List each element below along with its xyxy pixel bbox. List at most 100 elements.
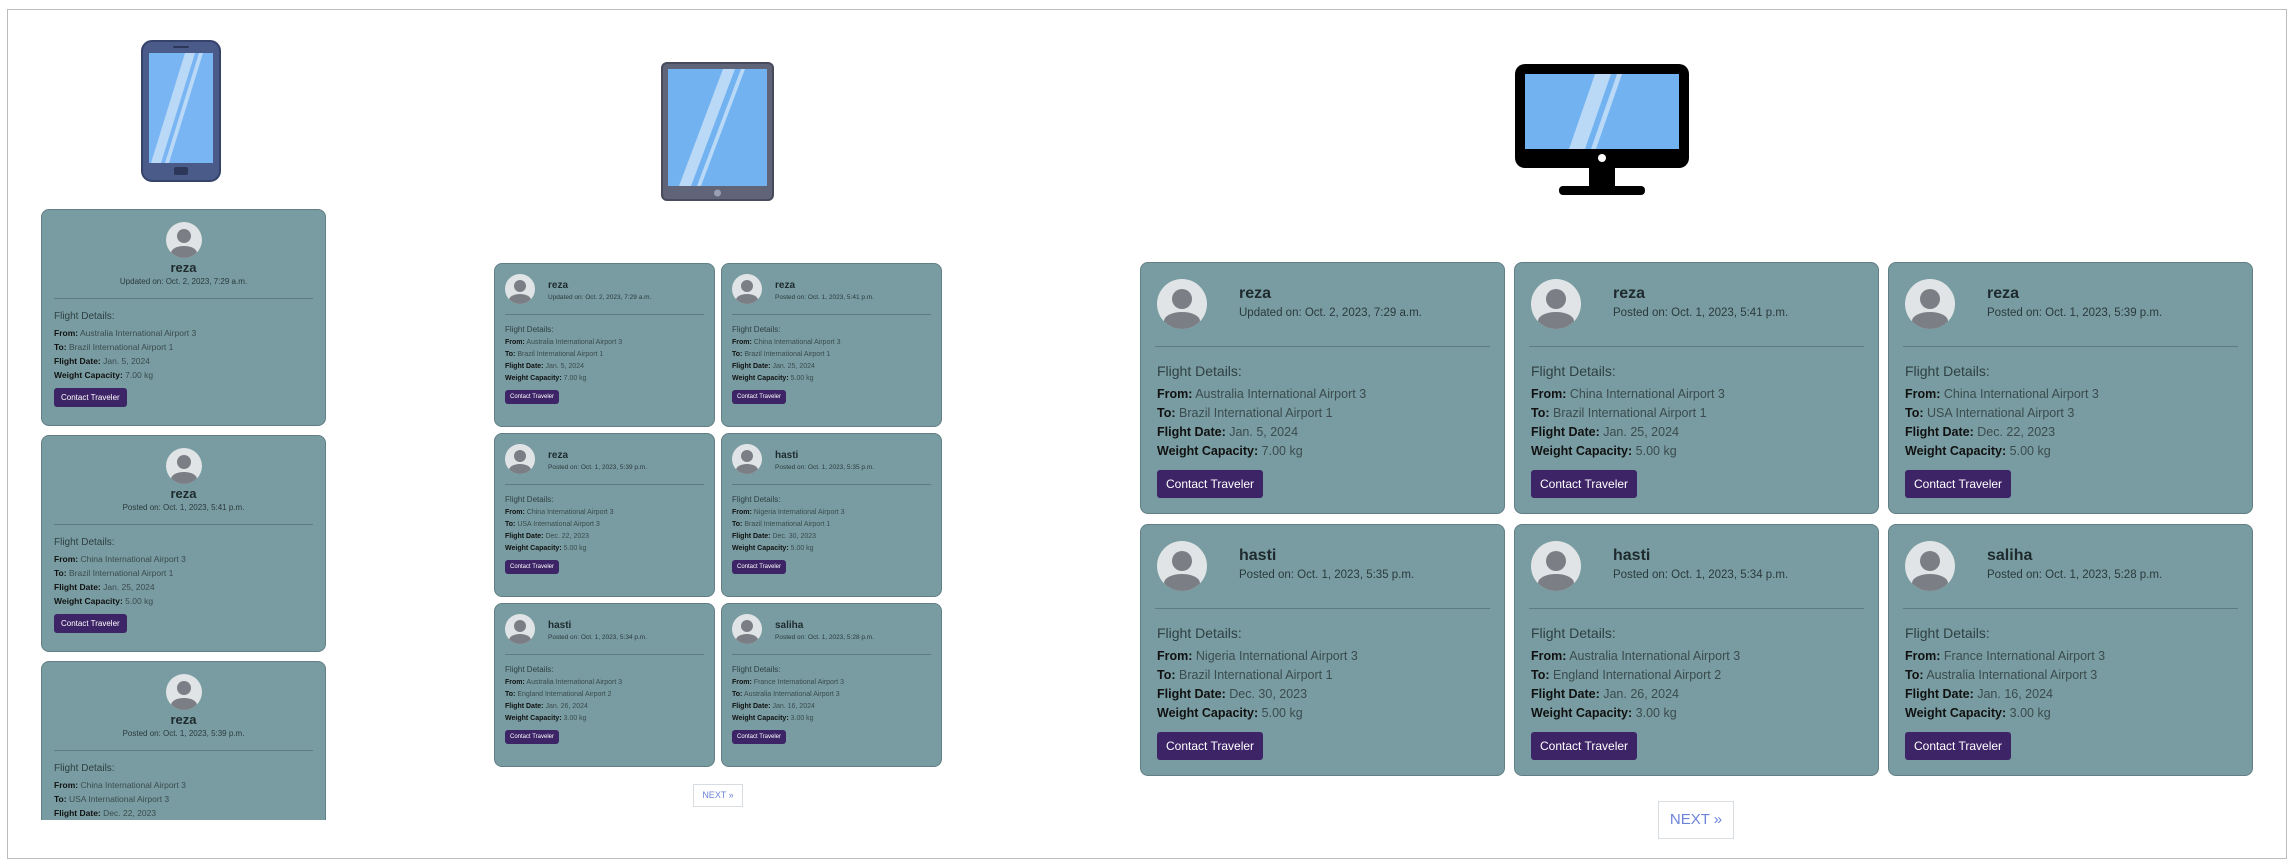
to-row: To: Brazil International Airport 1	[732, 521, 831, 528]
from-row: From: France International Airport 3	[1905, 649, 2106, 663]
contact-traveler-button[interactable]: Contact Traveler	[1157, 470, 1264, 498]
flight-details: Flight Details: From: France Internationa…	[1889, 609, 2252, 760]
from-row: From: China International Airport 3	[1531, 387, 1725, 401]
avatar	[505, 444, 535, 474]
flight-date-row: Flight Date: Dec. 22, 2023	[505, 533, 590, 540]
flight-date-row: Flight Date: Dec. 30, 2023	[1157, 687, 1308, 701]
flight-details: Flight Details: From: China International…	[722, 315, 941, 404]
post-date: Posted on: Oct. 1, 2023, 5:34 p.m.	[548, 634, 648, 641]
contact-traveler-button[interactable]: Contact Traveler	[732, 390, 787, 404]
traveler-name: hasti	[548, 620, 572, 631]
flight-details: Flight Details: From: China International…	[1889, 347, 2252, 498]
weight-capacity-row: Weight Capacity: 5.00 kg	[1531, 444, 1677, 458]
from-row: From: China International Airport 3	[54, 780, 186, 790]
weight-capacity-row: Weight Capacity: 7.00 kg	[505, 375, 587, 382]
flight-details-label: Flight Details:	[54, 311, 115, 322]
flight-details-label: Flight Details:	[505, 325, 554, 334]
contact-traveler-button[interactable]: Contact Traveler	[505, 560, 560, 574]
flight-details-label: Flight Details:	[1157, 363, 1242, 379]
tablet-icon	[661, 62, 774, 201]
traveler-name: reza	[548, 450, 569, 461]
flight-details-label: Flight Details:	[505, 665, 554, 674]
post-date: Posted on: Oct. 1, 2023, 5:35 p.m.	[1239, 569, 1415, 581]
flight-card: hasti Posted on: Oct. 1, 2023, 5:34 p.m. F…	[1514, 524, 1879, 776]
contact-traveler-button[interactable]: Contact Traveler	[505, 730, 560, 744]
flight-date-row: Flight Date: Jan. 16, 2024	[732, 703, 815, 710]
flight-details: Flight Details: From: Nigeria Internation…	[1141, 609, 1504, 760]
to-row: To: England International Airport 2	[1531, 668, 1722, 682]
from-row: From: Nigeria International Airport 3	[1157, 649, 1358, 663]
to-row: To: USA International Airport 3	[1905, 406, 2075, 420]
avatar	[1531, 541, 1581, 591]
card-header: reza Updated on: Oct. 2, 2023, 7:29 a.m.	[1141, 263, 1504, 329]
avatar	[165, 674, 202, 710]
card-header: hasti Posted on: Oct. 1, 2023, 5:34 p.m.	[1515, 525, 1878, 591]
flight-details-label: Flight Details:	[1157, 625, 1242, 641]
post-date: Posted on: Oct. 1, 2023, 5:41 p.m.	[775, 294, 875, 301]
to-row: To: Brazil International Airport 1	[505, 351, 604, 358]
flight-card: reza Posted on: Oct. 1, 2023, 5:41 p.m. Fl…	[1514, 262, 1879, 514]
flight-date-row: Flight Date: Jan. 26, 2024	[505, 703, 588, 710]
flight-details: Flight Details: From: Australia Internati…	[1515, 609, 1878, 760]
flight-details-label: Flight Details:	[732, 495, 781, 504]
post-date: Posted on: Oct. 1, 2023, 5:41 p.m.	[1613, 307, 1789, 319]
flight-card: reza Posted on: Oct. 1, 2023, 5:39 p.m. Fl…	[41, 661, 326, 820]
from-row: From: China International Airport 3	[505, 509, 614, 516]
contact-traveler-button[interactable]: Contact Traveler	[1531, 732, 1638, 760]
flight-details-label: Flight Details:	[732, 325, 781, 334]
tablet-card-grid: reza Updated on: Oct. 2, 2023, 7:29 a.m. F…	[494, 263, 942, 767]
card-header: reza Posted on: Oct. 1, 2023, 5:39 p.m.	[495, 434, 714, 474]
contact-traveler-button[interactable]: Contact Traveler	[1157, 732, 1264, 760]
post-date: Posted on: Oct. 1, 2023, 5:39 p.m.	[122, 729, 245, 738]
avatar	[505, 274, 535, 304]
to-row: To: Brazil International Airport 1	[1531, 406, 1707, 420]
avatar	[1905, 279, 1955, 329]
flight-date-row: Flight Date: Dec. 22, 2023	[1905, 425, 2056, 439]
contact-traveler-button[interactable]: Contact Traveler	[54, 388, 127, 407]
flight-details-label: Flight Details:	[505, 495, 554, 504]
from-row: From: Australia International Airport 3	[54, 328, 197, 338]
flight-card: reza Posted on: Oct. 1, 2023, 5:39 p.m. Fl…	[494, 433, 715, 597]
flight-details: Flight Details: From: China International…	[495, 485, 714, 574]
post-date: Posted on: Oct. 1, 2023, 5:39 p.m.	[548, 464, 648, 471]
contact-traveler-button[interactable]: Contact Traveler	[732, 730, 787, 744]
tablet-next-button[interactable]: NEXT »	[693, 784, 743, 807]
from-row: From: France International Airport 3	[732, 679, 845, 686]
flight-details: Flight Details: From: France Internationa…	[722, 655, 941, 744]
to-row: To: USA International Airport 3	[54, 794, 170, 804]
traveler-name: reza	[1239, 285, 1272, 302]
flight-details: Flight Details: From: Australia Internati…	[1141, 347, 1504, 498]
contact-traveler-button[interactable]: Contact Traveler	[732, 560, 787, 574]
weight-capacity-row: Weight Capacity: 3.00 kg	[1905, 706, 2051, 720]
flight-details-label: Flight Details:	[1905, 625, 1990, 641]
contact-traveler-button[interactable]: Contact Traveler	[1905, 732, 2012, 760]
contact-traveler-button[interactable]: Contact Traveler	[1531, 470, 1638, 498]
avatar	[1905, 541, 1955, 591]
to-row: To: Brazil International Airport 1	[54, 342, 174, 352]
flight-card: reza Updated on: Oct. 2, 2023, 7:29 a.m. F…	[1140, 262, 1505, 514]
weight-capacity-row: Weight Capacity: 7.00 kg	[1157, 444, 1303, 458]
flight-date-row: Flight Date: Dec. 30, 2023	[732, 533, 817, 540]
flight-date-row: Flight Date: Jan. 5, 2024	[505, 363, 584, 370]
card-header: reza Updated on: Oct. 2, 2023, 7:29 a.m.	[495, 264, 714, 304]
from-row: From: China International Airport 3	[732, 339, 841, 346]
card-header: hasti Posted on: Oct. 1, 2023, 5:35 p.m.	[722, 434, 941, 474]
flight-date-row: Flight Date: Dec. 22, 2023	[54, 808, 157, 818]
desktop-next-button[interactable]: NEXT »	[1658, 801, 1734, 839]
flight-details: Flight Details: From: Nigeria Internation…	[722, 485, 941, 574]
to-row: To: Australia International Airport 3	[732, 691, 840, 698]
contact-traveler-button[interactable]: Contact Traveler	[505, 390, 560, 404]
post-date: Posted on: Oct. 1, 2023, 5:41 p.m.	[122, 503, 245, 512]
contact-traveler-button[interactable]: Contact Traveler	[54, 614, 127, 633]
traveler-name: reza	[1987, 285, 2020, 302]
weight-capacity-row: Weight Capacity: 3.00 kg	[505, 715, 587, 722]
flight-date-row: Flight Date: Jan. 16, 2024	[1905, 687, 2053, 701]
to-row: To: Brazil International Airport 1	[1157, 668, 1333, 682]
flight-details-label: Flight Details:	[1531, 363, 1616, 379]
from-row: From: Nigeria International Airport 3	[732, 509, 845, 516]
phone-icon	[141, 40, 221, 182]
post-date: Posted on: Oct. 1, 2023, 5:34 p.m.	[1613, 569, 1789, 581]
contact-traveler-button[interactable]: Contact Traveler	[1905, 470, 2012, 498]
post-date: Posted on: Oct. 1, 2023, 5:39 p.m.	[1987, 307, 2163, 319]
card-header: saliha Posted on: Oct. 1, 2023, 5:28 p.m.	[1889, 525, 2252, 591]
